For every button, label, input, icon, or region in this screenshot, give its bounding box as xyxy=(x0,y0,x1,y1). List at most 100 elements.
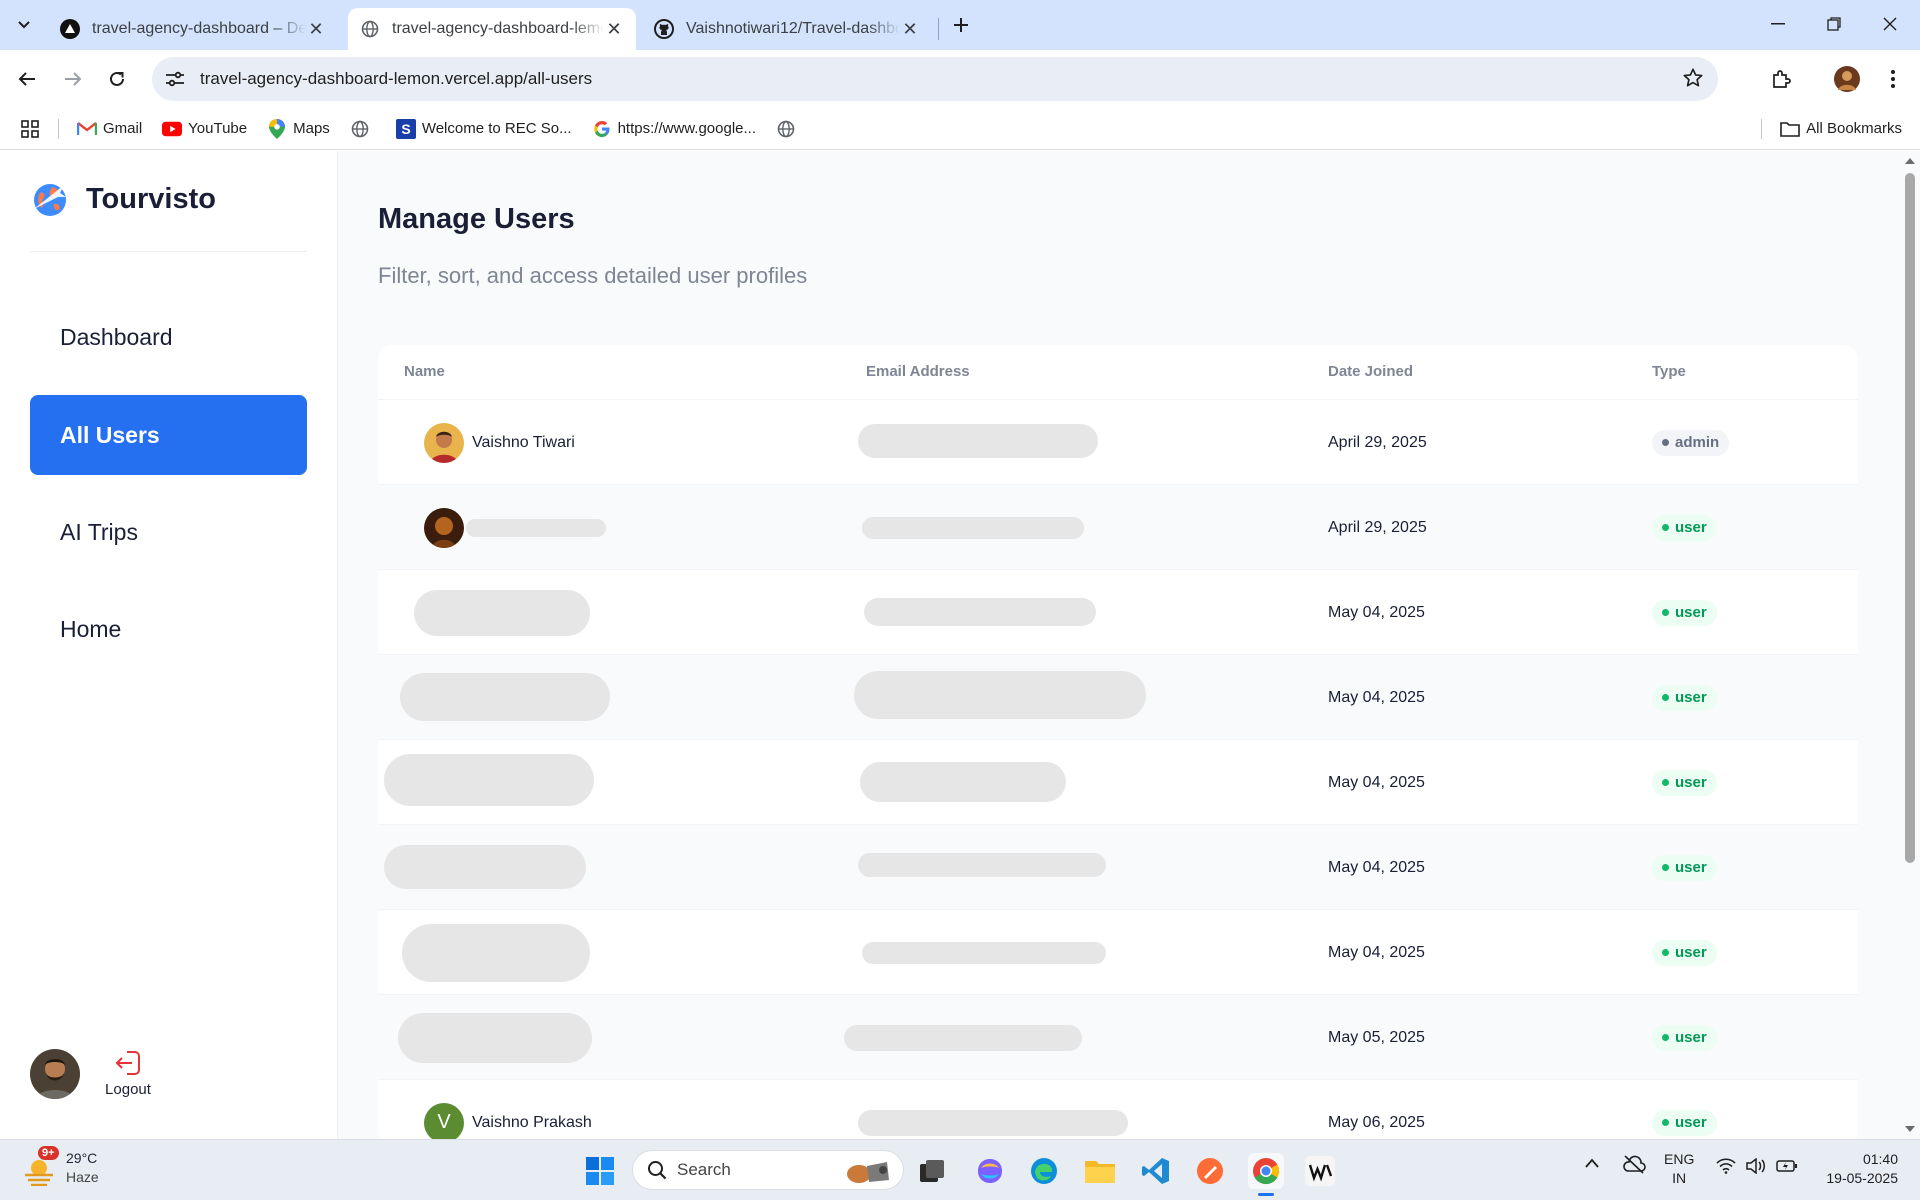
nav-all-users[interactable]: All Users xyxy=(30,395,307,475)
active-indicator xyxy=(1258,1193,1274,1196)
clock[interactable]: 01:40 19-05-2025 xyxy=(1812,1150,1898,1188)
system-tray[interactable] xyxy=(1716,1158,1798,1174)
close-tab-icon[interactable]: ✕ xyxy=(900,19,920,39)
column-header-email[interactable]: Email Address xyxy=(866,363,970,380)
brand[interactable]: Tourvisto xyxy=(30,179,216,219)
app-button[interactable] xyxy=(1302,1153,1338,1189)
bookmark-rec[interactable]: S Welcome to REC So... xyxy=(395,118,572,139)
bookmark-globe-2[interactable] xyxy=(776,119,802,139)
browser-tab[interactable]: travel-agency-dashboard – Deployment Ove… xyxy=(48,8,338,50)
extensions-button[interactable] xyxy=(1764,62,1798,96)
table-row[interactable]: May 04, 2025 user xyxy=(378,569,1858,654)
postman-button[interactable] xyxy=(1192,1153,1228,1189)
type-cell: user xyxy=(1652,825,1717,910)
reload-button[interactable] xyxy=(100,62,134,96)
close-window-button[interactable] xyxy=(1862,0,1918,48)
bookmark-youtube[interactable]: YouTube xyxy=(162,119,247,139)
site-settings-icon[interactable] xyxy=(164,68,186,90)
browser-tab[interactable]: Vaishnotiwari12/Travel-dashboard ✕ xyxy=(642,8,932,50)
type-cell: admin xyxy=(1652,400,1730,485)
start-button[interactable] xyxy=(582,1153,618,1189)
file-explorer-button[interactable] xyxy=(1082,1153,1118,1189)
language-indicator[interactable]: ENG IN xyxy=(1664,1150,1694,1188)
bookmark-maps[interactable]: Maps xyxy=(267,118,330,139)
bookmark-globe[interactable] xyxy=(350,119,376,139)
status-badge: user xyxy=(1652,514,1717,541)
forward-button[interactable] xyxy=(56,62,90,96)
nav-ai-trips[interactable]: AI Trips xyxy=(30,492,307,572)
onedrive-icon[interactable] xyxy=(1622,1154,1646,1174)
page-scrollbar[interactable] xyxy=(1900,151,1920,1139)
apps-icon[interactable] xyxy=(20,119,40,139)
redaction xyxy=(854,671,1146,719)
badge-label: user xyxy=(1675,1029,1707,1046)
table-row[interactable]: May 04, 2025 user xyxy=(378,739,1858,824)
nav-home[interactable]: Home xyxy=(30,589,307,669)
edge-button[interactable] xyxy=(1026,1153,1062,1189)
search-placeholder: Search xyxy=(677,1160,731,1179)
chevron-down-icon xyxy=(18,21,30,29)
status-dot xyxy=(1662,949,1669,956)
date-cell: May 04, 2025 xyxy=(1328,688,1425,706)
badge-label: user xyxy=(1675,774,1707,791)
browser-tab-active[interactable]: travel-agency-dashboard-lemon.vercel.app… xyxy=(348,8,636,50)
chrome-button[interactable] xyxy=(1248,1153,1284,1196)
scrollbar-thumb[interactable] xyxy=(1905,173,1915,863)
browser-menu-button[interactable] xyxy=(1876,62,1910,96)
status-dot xyxy=(1662,1034,1669,1041)
type-cell: user xyxy=(1652,485,1717,570)
task-view-button[interactable] xyxy=(914,1153,950,1189)
table-header: Name Email Address Date Joined Type xyxy=(378,345,1858,399)
close-tab-icon[interactable]: ✕ xyxy=(306,19,326,39)
bookmark-gmail[interactable]: Gmail xyxy=(77,119,142,139)
page-subtitle: Filter, sort, and access detailed user p… xyxy=(378,263,808,288)
weather-widget[interactable]: 9+ 29°C Haze xyxy=(22,1146,99,1188)
table-row[interactable]: May 04, 2025 user xyxy=(378,909,1858,994)
google-icon xyxy=(592,119,612,139)
redaction xyxy=(858,424,1098,458)
table-row[interactable]: May 05, 2025 user xyxy=(378,994,1858,1079)
logout-icon xyxy=(115,1051,140,1075)
close-tab-icon[interactable]: ✕ xyxy=(604,19,624,39)
vscode-button[interactable] xyxy=(1138,1153,1174,1189)
taskbar-search[interactable]: Search xyxy=(632,1150,904,1190)
column-header-date[interactable]: Date Joined xyxy=(1328,363,1413,380)
table-row[interactable]: Vaishno Tiwari April 29, 2025 admin xyxy=(378,399,1858,484)
redaction xyxy=(860,762,1066,802)
reload-icon xyxy=(110,71,124,86)
date-cell: May 05, 2025 xyxy=(1328,1028,1425,1046)
back-button[interactable] xyxy=(10,62,44,96)
brand-name: Tourvisto xyxy=(86,182,216,215)
avatar xyxy=(424,507,464,548)
type-cell: user xyxy=(1652,570,1717,655)
edge-icon xyxy=(1031,1158,1057,1184)
show-hidden-icons[interactable] xyxy=(1584,1158,1600,1168)
search-icon xyxy=(648,1161,667,1180)
minimize-icon xyxy=(1771,23,1785,25)
copilot-button[interactable] xyxy=(972,1153,1008,1189)
status-dot xyxy=(1662,524,1669,531)
table-row[interactable]: May 04, 2025 user xyxy=(378,654,1858,739)
bookmark-google[interactable]: https://www.google... xyxy=(592,119,756,139)
nav-dashboard[interactable]: Dashboard xyxy=(30,297,307,377)
badge-label: admin xyxy=(1675,434,1720,451)
status-badge: user xyxy=(1652,684,1717,711)
tab-search-button[interactable] xyxy=(10,12,38,38)
logout-button[interactable]: Logout xyxy=(100,1049,156,1098)
bookmark-star-icon[interactable] xyxy=(1682,67,1704,89)
table-row[interactable]: May 04, 2025 user xyxy=(378,824,1858,909)
new-tab-button[interactable] xyxy=(948,12,974,38)
clock-date: 19-05-2025 xyxy=(1826,1170,1898,1186)
sidebar: Tourvisto Dashboard All Users AI Trips H… xyxy=(0,151,338,1139)
column-header-type[interactable]: Type xyxy=(1652,363,1686,380)
all-bookmarks-button[interactable]: All Bookmarks xyxy=(1780,119,1902,139)
profile-avatar[interactable] xyxy=(1830,62,1864,96)
name-cell xyxy=(424,485,472,570)
user-avatar[interactable] xyxy=(30,1049,80,1099)
address-bar[interactable]: travel-agency-dashboard-lemon.vercel.app… xyxy=(152,57,1718,101)
column-header-name[interactable]: Name xyxy=(404,363,445,380)
table-row[interactable]: April 29, 2025 user xyxy=(378,484,1858,569)
restore-button[interactable] xyxy=(1806,0,1862,48)
status-badge: user xyxy=(1652,854,1717,881)
minimize-button[interactable] xyxy=(1750,0,1806,48)
